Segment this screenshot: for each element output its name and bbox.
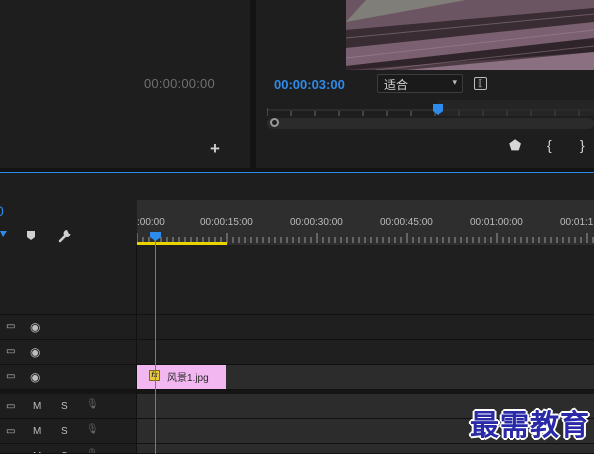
program-video-frame [346, 0, 594, 70]
mute-button[interactable]: M [33, 401, 41, 412]
ruler-label: 00:01:1 [560, 217, 594, 228]
ruler-label: :00:00 [137, 217, 165, 228]
empty-track-area [137, 245, 594, 315]
solo-button[interactable]: S [61, 426, 68, 437]
mute-button[interactable]: M [33, 426, 41, 437]
video-track-lane[interactable] [137, 315, 594, 340]
audio-track-header: ▭ M S 🎙 [0, 444, 137, 454]
playhead-line[interactable] [155, 233, 156, 454]
wrench-icon[interactable] [58, 229, 72, 243]
add-button[interactable]: + [210, 140, 220, 157]
header-lane-divider [136, 245, 137, 454]
video-clip[interactable]: fx 风景1.jpg [137, 365, 226, 389]
program-zoom-scrollbar[interactable] [267, 118, 594, 129]
program-time-ruler[interactable] [267, 100, 594, 116]
mark-in-button[interactable]: { [547, 138, 552, 152]
timeline-timecode[interactable]: 0 [0, 203, 4, 219]
solo-button[interactable]: S [61, 401, 68, 412]
toggle-sync-lock-icon[interactable]: ▭ [6, 346, 15, 357]
marker-icon[interactable]: ⬟ [509, 138, 521, 152]
microphone-icon[interactable]: 🎙 [86, 424, 99, 435]
clip-name: 风景1.jpg [167, 373, 209, 384]
source-timecode[interactable]: 00:00:00:00 [144, 76, 215, 91]
eye-icon[interactable]: ◉ [30, 345, 40, 359]
microphone-icon[interactable]: 🎙 [86, 449, 99, 453]
video-track-header: ▭ ◉ [0, 365, 137, 390]
toggle-sync-lock-icon[interactable]: ▭ [6, 401, 15, 412]
audio-track-lane[interactable] [137, 444, 594, 454]
mark-out-button[interactable]: } [580, 138, 585, 152]
toggle-sync-lock-icon[interactable]: ▭ [6, 426, 15, 437]
eye-icon[interactable]: ◉ [30, 370, 40, 384]
playhead-handle[interactable] [150, 232, 161, 241]
chevron-down-icon: ▾ [452, 77, 457, 87]
video-track-header: ▭ ◉ [0, 315, 137, 340]
wood-planks-image [346, 0, 594, 70]
snap-icon[interactable] [0, 230, 8, 240]
add-marker-icon[interactable] [26, 230, 36, 241]
ruler-label: 00:01:00:00 [470, 217, 523, 228]
ruler-label: 00:00:30:00 [290, 217, 343, 228]
track-header-spacer [0, 245, 137, 315]
eye-icon[interactable]: ◉ [30, 320, 40, 334]
zoom-handle[interactable] [270, 118, 279, 127]
ruler-label: 00:00:15:00 [200, 217, 253, 228]
watermark-logo: 最需教育 [470, 408, 591, 442]
program-timecode[interactable]: 00:00:03:00 [274, 77, 345, 92]
video-track-header: ▭ ◉ [0, 340, 137, 365]
fit-select-value: 适合 [384, 78, 409, 92]
toggle-sync-lock-icon[interactable]: ▭ [6, 371, 15, 382]
video-track-lane[interactable] [137, 340, 594, 365]
audio-track-header: ▭ M S 🎙 [0, 394, 137, 419]
audio-track-header: ▭ M S 🎙 [0, 419, 137, 444]
resolution-button[interactable]: ⟦ [474, 77, 487, 90]
microphone-icon[interactable]: 🎙 [86, 399, 99, 410]
fit-select[interactable]: 适合 ▾ [377, 74, 463, 93]
ruler-label: 00:00:45:00 [380, 217, 433, 228]
toggle-sync-lock-icon[interactable]: ▭ [6, 321, 15, 332]
